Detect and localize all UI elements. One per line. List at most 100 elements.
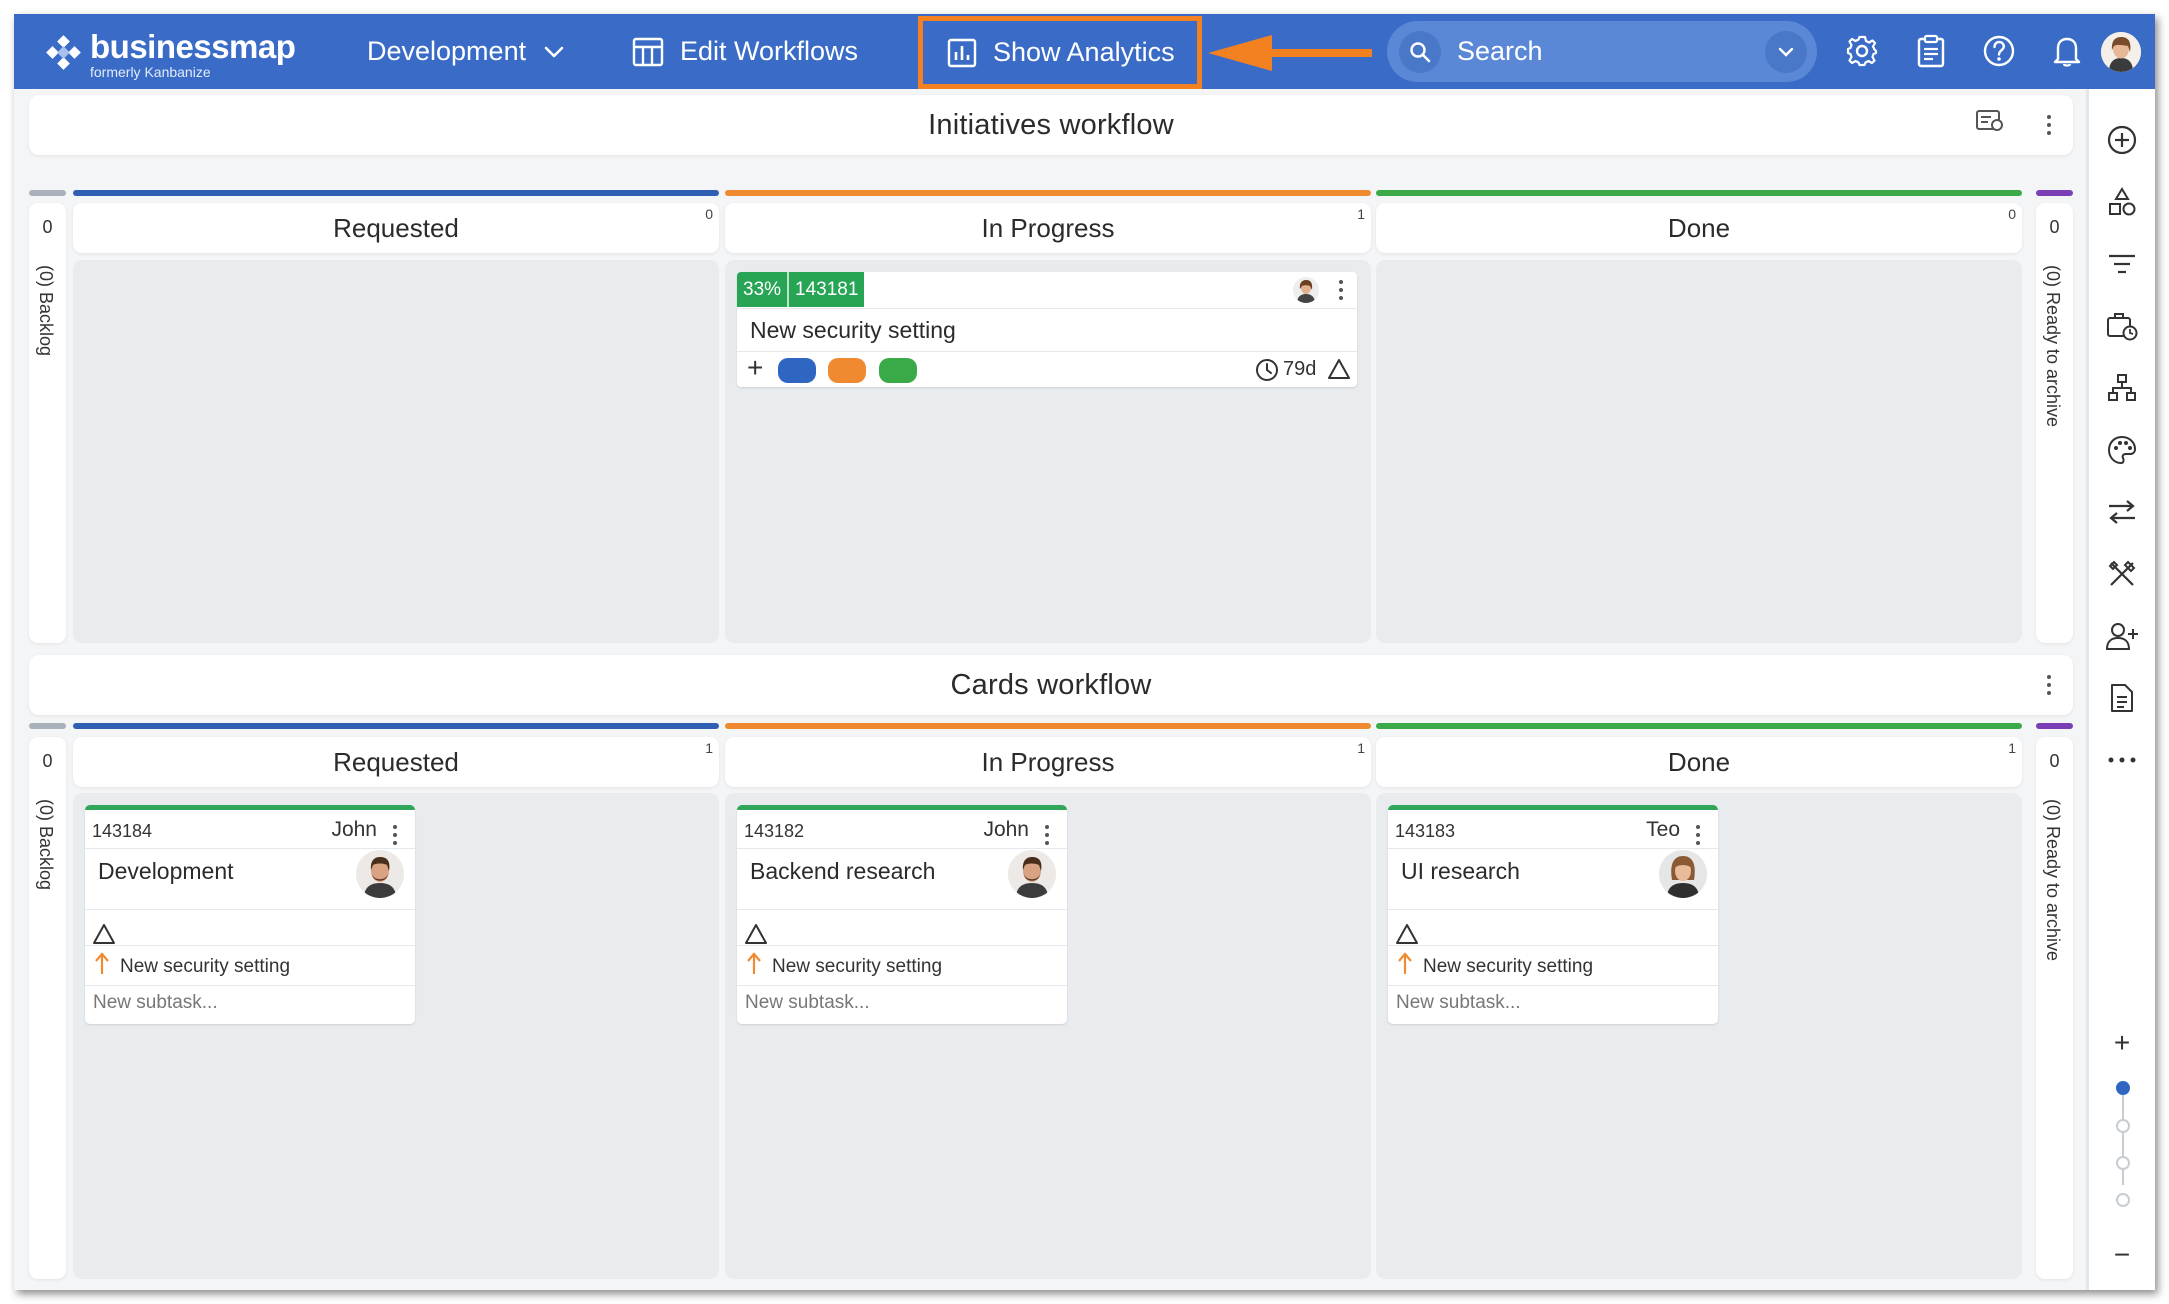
card-title[interactable]: New security setting xyxy=(750,317,956,344)
workflow-table-icon xyxy=(632,37,664,67)
card-owner: John xyxy=(331,818,377,841)
card-title[interactable]: Development xyxy=(98,858,234,885)
businessmap-logo[interactable]: businessmap formerly Kanbanize xyxy=(42,28,296,79)
backlog-collapsed-column[interactable]: 0 (0) Backlog xyxy=(29,203,66,643)
show-analytics-button[interactable]: Show Analytics xyxy=(918,16,1202,89)
show-analytics-label: Show Analytics xyxy=(993,37,1175,67)
card-id-badge[interactable]: 143181 xyxy=(787,272,865,307)
board-switcher[interactable]: Development xyxy=(367,14,564,89)
briefcase-clock-icon[interactable] xyxy=(2089,301,2155,351)
card-id[interactable]: 143182 xyxy=(744,821,804,842)
card-more-menu-icon[interactable] xyxy=(1331,272,1351,308)
zoom-level-step[interactable] xyxy=(2116,1156,2130,1170)
column-header-done[interactable]: Done 0 xyxy=(1376,203,2022,253)
settings-gear-icon[interactable] xyxy=(1841,30,1883,72)
assignee-avatar[interactable] xyxy=(1293,277,1319,303)
clipboard-icon[interactable] xyxy=(1910,30,1952,72)
assignee-photo[interactable] xyxy=(1008,850,1056,898)
workflow-settings-icon[interactable] xyxy=(1975,108,2005,142)
logo-name: businessmap xyxy=(90,28,296,65)
new-subtask-input[interactable]: New subtask... xyxy=(93,992,218,1014)
palette-icon[interactable] xyxy=(2089,425,2155,475)
column-header-in-progress[interactable]: In Progress 1 xyxy=(725,203,1371,253)
more-options-icon[interactable] xyxy=(2089,735,2155,785)
parent-arrow-icon xyxy=(94,952,110,982)
notifications-bell-icon[interactable] xyxy=(2046,30,2088,72)
card-title[interactable]: UI research xyxy=(1401,858,1520,885)
card-divider xyxy=(85,985,415,986)
search-scope-chevron-icon[interactable] xyxy=(1765,30,1807,73)
column-body-in-progress[interactable]: 143182 John Backend research New securit… xyxy=(725,793,1371,1279)
column-header-requested[interactable]: Requested 1 xyxy=(73,737,719,787)
archive-collapsed-column[interactable]: 0 (0) Ready to archive xyxy=(2036,203,2073,643)
column-body-done[interactable] xyxy=(1376,260,2022,643)
add-circle-icon[interactable] xyxy=(2089,115,2155,165)
card-title[interactable]: Backend research xyxy=(750,858,935,885)
edit-workflows-button[interactable]: Edit Workflows xyxy=(632,14,858,89)
assignee-photo[interactable] xyxy=(356,850,404,898)
backlog-count: 0 xyxy=(42,751,53,771)
archive-collapsed-column[interactable]: 0 (0) Ready to archive xyxy=(2036,737,2073,1279)
help-icon[interactable] xyxy=(1978,30,2020,72)
archive-count: 0 xyxy=(2049,217,2060,237)
parent-link[interactable]: New security setting xyxy=(746,952,942,982)
column-header-requested[interactable]: Requested 0 xyxy=(73,203,719,253)
child-card-chip-green[interactable] xyxy=(879,358,917,383)
column-header-in-progress[interactable]: In Progress 1 xyxy=(725,737,1371,787)
column-body-in-progress[interactable]: 33% 143181 New security setting + 79d xyxy=(725,260,1371,643)
search-input[interactable]: Search xyxy=(1457,36,1765,67)
cards-more-menu-icon[interactable] xyxy=(2039,667,2059,703)
card-divider xyxy=(1388,909,1718,910)
column-count: 1 xyxy=(1357,206,1365,222)
archive-label: (0) Ready to archive xyxy=(2043,799,2063,962)
zoom-track xyxy=(2122,1088,2124,1185)
new-subtask-input[interactable]: New subtask... xyxy=(1396,992,1521,1014)
zoom-in-button[interactable]: + xyxy=(2089,1018,2155,1068)
task-card[interactable]: 143184 John Development New security set… xyxy=(85,805,415,1024)
column-body-requested[interactable]: 143184 John Development New security set… xyxy=(73,793,719,1279)
card-color-line xyxy=(737,805,1067,810)
task-card[interactable]: 143183 Teo UI research New security sett… xyxy=(1388,805,1718,1024)
child-card-chip-blue[interactable] xyxy=(778,358,816,383)
archive-label: (0) Ready to archive xyxy=(2043,265,2063,428)
backlog-collapsed-column[interactable]: 0 (0) Backlog xyxy=(29,737,66,1279)
search-box[interactable]: Search xyxy=(1387,21,1817,82)
tools-icon[interactable] xyxy=(2089,549,2155,599)
child-card-chip-orange[interactable] xyxy=(828,358,866,383)
add-child-button[interactable]: + xyxy=(747,353,763,383)
card-divider xyxy=(737,909,1067,910)
edit-workflows-label: Edit Workflows xyxy=(680,36,859,66)
clock-icon xyxy=(1255,358,1279,387)
warning-triangle-icon xyxy=(1327,358,1351,385)
parent-link[interactable]: New security setting xyxy=(1397,952,1593,982)
swap-arrows-icon[interactable] xyxy=(2089,487,2155,537)
hierarchy-icon[interactable] xyxy=(2089,363,2155,413)
user-avatar[interactable] xyxy=(2101,32,2141,72)
parent-card-title: New security setting xyxy=(772,956,943,977)
highlight-arrow-icon xyxy=(1206,33,1376,78)
card-id[interactable]: 143183 xyxy=(1395,821,1455,842)
card-id[interactable]: 143184 xyxy=(92,821,152,842)
archive-color-bar xyxy=(2036,723,2073,729)
initiative-card[interactable]: 33% 143181 New security setting + 79d xyxy=(737,272,1357,387)
zoom-level-step[interactable] xyxy=(2116,1193,2130,1207)
parent-link[interactable]: New security setting xyxy=(94,952,290,982)
add-user-icon[interactable] xyxy=(2089,611,2155,661)
task-card[interactable]: 143182 John Backend research New securit… xyxy=(737,805,1067,1024)
column-header-done[interactable]: Done 1 xyxy=(1376,737,2022,787)
zoom-level-step[interactable] xyxy=(2116,1119,2130,1133)
card-divider xyxy=(1388,945,1718,946)
zoom-level-current[interactable] xyxy=(2116,1081,2130,1095)
backlog-label: (0) Backlog xyxy=(36,265,56,357)
filter-icon[interactable] xyxy=(2089,239,2155,289)
backlog-label: (0) Backlog xyxy=(36,799,56,891)
zoom-out-button[interactable]: − xyxy=(2089,1230,2155,1280)
in-progress-color-bar xyxy=(725,723,1371,729)
new-subtask-input[interactable]: New subtask... xyxy=(745,992,870,1014)
document-icon[interactable] xyxy=(2089,673,2155,723)
initiatives-more-menu-icon[interactable] xyxy=(2039,107,2059,143)
assignee-photo[interactable] xyxy=(1659,850,1707,898)
shapes-icon[interactable] xyxy=(2089,177,2155,227)
column-body-requested[interactable] xyxy=(73,260,719,643)
column-body-done[interactable]: 143183 Teo UI research New security sett… xyxy=(1376,793,2022,1279)
